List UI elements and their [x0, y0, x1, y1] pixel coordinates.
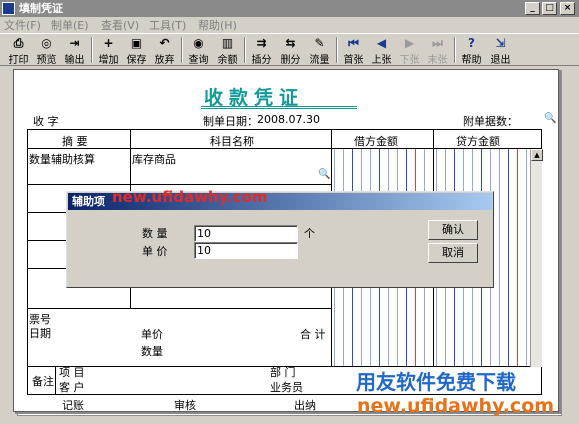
voucher-date[interactable]: 2008.07.30 — [257, 113, 320, 126]
help-icon: ? — [468, 36, 475, 50]
dialog-quantity-label: 数 量 — [142, 227, 168, 240]
ticket-date-label: 日期 — [29, 327, 51, 340]
menu-file[interactable]: 文件(F) — [4, 17, 41, 33]
exit-icon: ⇲ — [495, 36, 506, 50]
quantity-label: 数量 — [141, 345, 163, 358]
remark-label: 备注 — [32, 375, 54, 388]
window-title: 填制凭证 — [19, 2, 63, 15]
column-account: 科目名称 — [210, 135, 254, 148]
department-label: 部 门 — [270, 366, 296, 379]
flow-icon: ✎ — [314, 36, 325, 50]
search-icon[interactable]: 🔍 — [544, 113, 556, 125]
menu-tools[interactable]: 工具(T) — [149, 17, 186, 33]
search-icon[interactable]: 🔍 — [318, 169, 330, 181]
menu-view[interactable]: 查看(V) — [101, 17, 139, 33]
output-button[interactable]: ⇥ 输出 — [60, 35, 89, 66]
delete-entry-button[interactable]: ⇆ 删分 — [276, 35, 305, 66]
total-label: 合 计 — [300, 328, 326, 341]
minimize-button[interactable]: _ — [525, 2, 540, 15]
first-voucher-button[interactable]: ⏮ 首张 — [339, 35, 368, 66]
save-icon: ▣ — [130, 36, 143, 50]
column-debit: 借方金额 — [354, 135, 398, 148]
binoculars-icon: ◉ — [193, 36, 204, 50]
watermark-url-bottom: new.ufidawhy.com — [357, 395, 555, 417]
grid-line — [27, 184, 331, 185]
discard-button[interactable]: ↶ 放弃 — [150, 35, 179, 66]
project-label: 项 目 — [59, 366, 85, 379]
delete-row-icon: ⇆ — [285, 36, 296, 50]
grid-line — [55, 366, 56, 395]
unit-price-label: 单价 — [141, 328, 163, 341]
auditor-label: 审核 — [174, 399, 196, 412]
watermark-banner: 用友软件免费下载 — [356, 370, 516, 394]
attachment-label: 附单据数： — [463, 115, 518, 128]
close-button[interactable]: × — [560, 2, 575, 15]
insert-entry-button[interactable]: ⇉ 插分 — [247, 35, 276, 66]
title-underline — [201, 108, 357, 109]
bookkeeper-label: 记账 — [62, 399, 84, 412]
app-icon — [2, 2, 15, 15]
dialog-price-label: 单 价 — [142, 245, 168, 258]
staff-label: 业务员 — [270, 381, 303, 394]
watermark-url: new.ufidawhy.com — [112, 188, 268, 206]
balance-button[interactable]: ▥ 余额 — [213, 35, 242, 66]
balance-chart-icon: ▥ — [221, 36, 234, 50]
customer-label: 客 户 — [59, 381, 85, 394]
amount-digit-line — [517, 149, 518, 366]
maximize-button[interactable]: □ — [542, 2, 557, 15]
preview-button[interactable]: ◎ 预览 — [32, 35, 61, 66]
save-button[interactable]: ▣ 保存 — [122, 35, 151, 66]
prev-voucher-button[interactable]: ◀ 上张 — [367, 35, 396, 66]
cancel-button[interactable]: 取消 — [428, 243, 478, 263]
first-icon: ⏮ — [348, 36, 359, 50]
toolbar-separator — [244, 37, 246, 63]
printer-icon: ⎙ — [13, 36, 24, 50]
title-underline — [201, 106, 357, 107]
undo-icon: ↶ — [159, 36, 170, 50]
exit-button[interactable]: ⇲ 退出 — [486, 35, 515, 66]
last-voucher-button[interactable]: ⏭ 末张 — [423, 35, 452, 66]
preview-icon: ◎ — [41, 36, 52, 50]
title-bar: 填制凭证 _ □ × — [0, 0, 579, 17]
entry-account[interactable]: 库存商品 — [132, 151, 176, 167]
entry-summary[interactable]: 数量辅助核算 — [29, 151, 95, 167]
last-icon: ⏭ — [432, 36, 443, 50]
menu-bar: 文件(F) 制单(E) 查看(V) 工具(T) 帮助(H) — [0, 17, 579, 32]
next-voucher-button[interactable]: ▶ 下张 — [395, 35, 424, 66]
toolbar-separator — [181, 37, 183, 63]
toolbar-separator — [91, 37, 93, 63]
insert-row-icon: ⇉ — [256, 36, 267, 50]
prev-icon: ◀ — [376, 36, 387, 50]
help-button[interactable]: ? 帮助 — [457, 35, 486, 66]
menu-help[interactable]: 帮助(H) — [198, 17, 237, 33]
scroll-up-button[interactable]: ▲ — [531, 149, 543, 161]
voucher-type[interactable]: 收 字 — [33, 113, 59, 129]
amount-digit-line — [508, 149, 509, 366]
print-button[interactable]: ⎙ 打印 — [4, 35, 33, 66]
amount-digit-line — [499, 149, 500, 366]
grid-line — [27, 308, 331, 309]
quantity-field[interactable]: 10 — [194, 225, 298, 242]
unit-label: 个 — [304, 227, 315, 240]
cash-flow-button[interactable]: ✎ 流量 — [305, 35, 334, 66]
column-credit: 贷方金额 — [456, 135, 500, 148]
grid-scrollbar[interactable]: ▲ — [530, 149, 543, 367]
add-icon: + — [103, 36, 114, 50]
menu-edit[interactable]: 制单(E) — [51, 17, 89, 33]
toolbar: ⎙ 打印 ◎ 预览 ⇥ 输出 + 增加 ▣ 保存 ↶ 放弃 ◉ 查询 ▥ 余额 ⇉ 插分 ⇆ 删分 … — [0, 33, 579, 66]
column-summary: 摘 要 — [62, 135, 88, 148]
confirm-button[interactable]: 确认 — [428, 220, 478, 240]
toolbar-separator — [454, 37, 456, 63]
cashier-label: 出纳 — [294, 399, 316, 412]
date-label: 制单日期： — [203, 115, 258, 128]
output-icon: ⇥ — [69, 36, 80, 50]
toolbar-separator — [336, 37, 338, 63]
next-icon: ▶ — [404, 36, 415, 50]
unit-price-field[interactable]: 10 — [194, 242, 298, 259]
add-button[interactable]: + 增加 — [94, 35, 123, 66]
amount-digit-line — [526, 149, 527, 366]
query-button[interactable]: ◉ 查询 — [184, 35, 213, 66]
